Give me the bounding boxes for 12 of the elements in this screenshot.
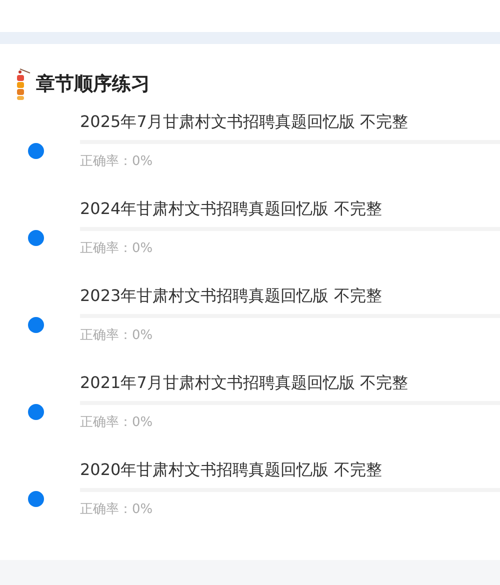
accuracy-text: 正确率：0% xyxy=(80,414,154,432)
accuracy-text: 正确率：0% xyxy=(80,327,154,345)
chapter-title[interactable]: 2020年甘肃村文书招聘真题回忆版 不完整 xyxy=(80,458,500,482)
accuracy-text: 正确率：0% xyxy=(80,153,154,171)
section-title: 章节顺序练习 xyxy=(36,72,150,97)
firecracker-icon xyxy=(16,67,32,101)
chapter-title[interactable]: 2025年7月甘肃村文书招聘真题回忆版 不完整 xyxy=(80,110,500,134)
accuracy-text: 正确率：0% xyxy=(80,240,154,258)
chapter-title[interactable]: 2024年甘肃村文书招聘真题回忆版 不完整 xyxy=(80,197,500,221)
chapter-title[interactable]: 2023年甘肃村文书招聘真题回忆版 不完整 xyxy=(80,284,500,308)
accuracy-text: 正确率：0% xyxy=(80,501,154,519)
chapter-title[interactable]: 2021年7月甘肃村文书招聘真题回忆版 不完整 xyxy=(80,371,500,395)
